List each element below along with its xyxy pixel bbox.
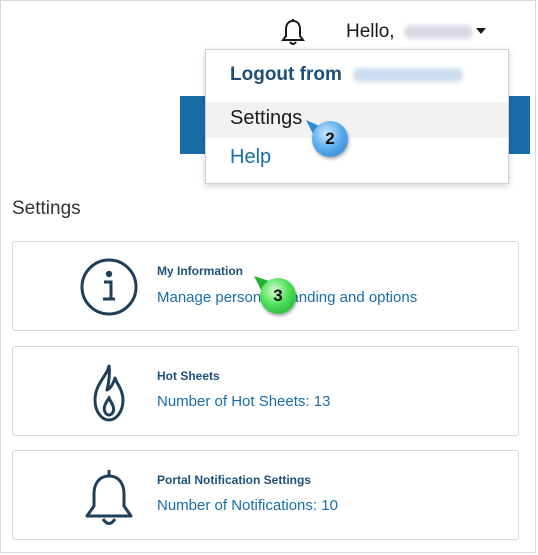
user-greeting[interactable]: Hello,: [346, 21, 472, 43]
logout-label: Logout from: [230, 64, 342, 85]
bell-icon: [85, 470, 133, 525]
card-title[interactable]: Hot Sheets: [157, 369, 220, 383]
hot-sheets-card[interactable]: Hot Sheets Number of Hot Sheets: 13: [12, 346, 519, 436]
chevron-down-icon[interactable]: [476, 28, 486, 34]
card-title[interactable]: My Information: [157, 264, 243, 278]
settings-menu-item[interactable]: Settings: [206, 102, 508, 138]
notification-bell-icon[interactable]: [280, 18, 306, 48]
page-title: Settings: [12, 198, 81, 219]
step-callout-3: 3: [260, 278, 296, 314]
flame-icon: [93, 364, 125, 422]
user-menu-dropdown: Logout from Settings Help: [205, 49, 509, 184]
logout-menu-item[interactable]: Logout from: [230, 64, 464, 86]
step-callout-2: 2: [312, 121, 348, 157]
info-icon: [80, 258, 138, 316]
card-subtitle[interactable]: Number of Hot Sheets: 13: [157, 393, 330, 410]
help-menu-item[interactable]: Help: [230, 146, 271, 169]
greeting-text: Hello,: [346, 21, 395, 42]
card-title[interactable]: Portal Notification Settings: [157, 473, 311, 487]
settings-label: Settings: [230, 107, 303, 129]
card-subtitle[interactable]: Number of Notifications: 10: [157, 497, 338, 514]
portal-notification-settings-card[interactable]: Portal Notification Settings Number of N…: [12, 450, 519, 540]
redacted-username: [353, 67, 464, 82]
redacted-username: [403, 24, 472, 39]
